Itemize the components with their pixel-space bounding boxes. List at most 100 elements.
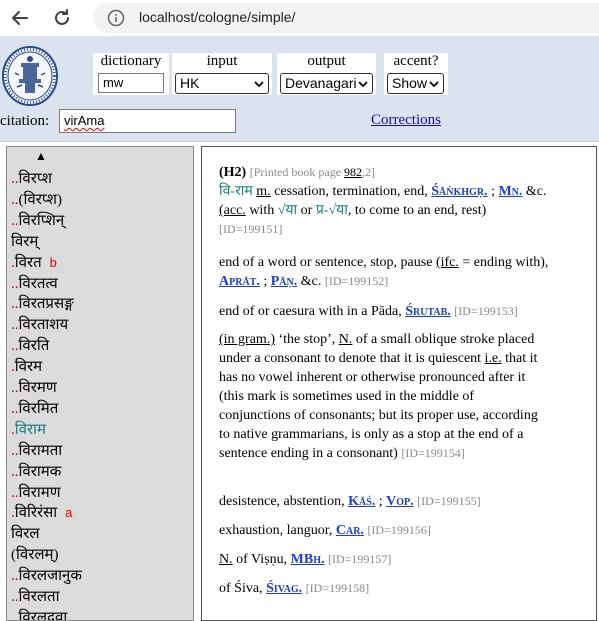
list-item[interactable]: ..विरति: [11, 335, 49, 355]
back-arrow-icon: [12, 11, 28, 25]
entry-id: [ID=199158]: [305, 581, 370, 595]
list-item[interactable]: ..(विरप्श): [11, 189, 62, 209]
printed-page-link[interactable]: 982: [344, 165, 362, 179]
entry-text: , to come to an end, rest): [347, 203, 487, 218]
entry-text: that it has no vowel inherent or otherwi…: [219, 351, 538, 461]
indent-dots: ..: [11, 400, 19, 417]
list-item-selected[interactable]: .विराम: [11, 419, 46, 439]
source-link[interactable]: Śāṅkhgṛ.: [431, 184, 487, 199]
list-item[interactable]: ..विरताशय: [11, 314, 68, 334]
source-link[interactable]: Pāṇ.: [271, 274, 298, 289]
indent-dots: ..: [11, 296, 19, 313]
output-select-value: Devanagari: [285, 75, 357, 91]
list-item[interactable]: विरम्: [11, 231, 38, 251]
entry-text: of Viṣṇu,: [236, 552, 288, 567]
separator: ;: [491, 184, 495, 199]
gram-abbr[interactable]: i.e.: [485, 351, 502, 366]
entry-id: [ID=199156]: [367, 523, 431, 537]
gram-abbr[interactable]: (acc.: [219, 203, 246, 218]
list-item[interactable]: ..विरलद्रवा: [11, 607, 67, 620]
entry-id: [ID=199155]: [417, 494, 481, 508]
gram-abbr[interactable]: N.: [219, 552, 233, 567]
headword-list[interactable]: ▲ ..विरप्श ..(विरप्श) ..विरप्शिन् विरम् .विर…: [6, 146, 194, 621]
entry-text: &c.: [525, 184, 547, 199]
list-item[interactable]: (विरलम्): [11, 544, 59, 564]
reload-icon: [55, 9, 69, 25]
list-item[interactable]: ..विरतत्व: [11, 273, 58, 293]
root-ref: प्र-√या: [315, 203, 348, 218]
source-link[interactable]: Car.: [336, 523, 364, 538]
back-button[interactable]: [6, 4, 34, 32]
gram-abbr[interactable]: (in gram.): [219, 332, 275, 347]
entry-text: or: [300, 203, 313, 218]
entry-sense: of Śiva, Śivag. [ID=199158]: [219, 579, 549, 598]
search-form: dictionary mw input HK output Devanagari…: [0, 36, 599, 142]
list-item-label: विरप्श: [18, 171, 52, 187]
list-item[interactable]: विरल: [11, 523, 40, 543]
list-item-label: (विरलम्): [11, 547, 59, 564]
entry-sense: N. of Viṣṇu, MBh. [ID=199157]: [219, 550, 549, 569]
entry-headword: वि-राम: [219, 184, 253, 199]
accent-select[interactable]: Show: [387, 73, 444, 94]
list-item[interactable]: ..विरतप्रसङ्ग: [11, 293, 74, 313]
reload-button[interactable]: [48, 4, 76, 32]
list-item-label: विरतप्रसङ्ग: [18, 296, 74, 313]
citation-value: virAma: [64, 113, 105, 128]
gram-abbr[interactable]: m.: [256, 184, 270, 199]
list-item[interactable]: .विरम: [11, 356, 42, 376]
list-item-label: विराम: [14, 421, 46, 438]
list-item-label: विरम्: [11, 233, 39, 250]
headword-code: (H2): [219, 165, 247, 180]
list-item[interactable]: ..विरामण: [11, 482, 61, 502]
scroll-up-icon[interactable]: ▲: [35, 149, 47, 164]
list-item[interactable]: .विरिरंसा a: [11, 502, 72, 522]
list-item-label: विरमण: [18, 380, 57, 396]
list-item-label: विरत: [14, 254, 42, 271]
list-item[interactable]: ..विरप्शिन्: [11, 210, 64, 230]
list-item-label: विरताशय: [18, 317, 69, 334]
list-item[interactable]: ..विरलता: [11, 586, 59, 606]
list-item-label: विरति: [18, 338, 50, 355]
list-item[interactable]: .विरत b: [11, 252, 57, 272]
corrections-link[interactable]: Corrections: [371, 112, 441, 129]
list-item[interactable]: ..विरमित: [11, 398, 58, 418]
source-link[interactable]: Mn.: [498, 184, 522, 199]
source-link[interactable]: Vop.: [386, 494, 414, 509]
indent-dots: ..: [11, 191, 19, 208]
dictionary-label: dictionary: [100, 53, 162, 69]
list-item[interactable]: ..विरमण: [11, 377, 57, 397]
entry-text: end of or caesura with in a Pāda,: [219, 304, 402, 319]
dictionary-input[interactable]: mw: [98, 73, 164, 93]
entry-id: [ID=199153]: [454, 304, 518, 318]
list-item-label: विरामक: [18, 463, 62, 480]
entry-id: [ID=199152]: [324, 274, 389, 288]
chevron-down-icon: [358, 81, 368, 88]
source-link[interactable]: Śrutab.: [405, 304, 451, 319]
entry-text: of Śiva,: [219, 581, 263, 596]
gram-abbr[interactable]: N.: [339, 332, 353, 347]
source-link[interactable]: Kāś.: [348, 494, 375, 509]
accent-label: accent?: [393, 53, 439, 69]
gram-abbr[interactable]: (ifc.: [436, 255, 459, 270]
entry-text: desistence, abstention,: [219, 494, 345, 509]
indent-dots: ..: [11, 212, 19, 229]
address-bar[interactable]: localhost/cologne/simple/: [93, 3, 599, 33]
input-select[interactable]: HK: [175, 73, 269, 94]
entry-text: ‘the stop’,: [278, 332, 336, 347]
accent-field: accent? Show: [384, 53, 448, 95]
list-item[interactable]: ..विरामक: [11, 461, 61, 481]
source-link[interactable]: Aprāt.: [219, 274, 260, 289]
homonym-mark: a: [65, 505, 73, 521]
list-item[interactable]: ..विरप्श: [11, 168, 52, 188]
indent-dots: ..: [11, 380, 19, 396]
output-select[interactable]: Devanagari: [280, 73, 373, 94]
list-item-label: विरप्शिन्: [18, 212, 65, 229]
list-item[interactable]: ..विरामता: [11, 440, 62, 460]
list-item[interactable]: ..विरलजानुक: [11, 565, 82, 585]
indent-dots: ..: [11, 317, 19, 334]
source-link[interactable]: Śivag.: [266, 581, 302, 596]
source-link[interactable]: MBh.: [291, 552, 325, 567]
printed-page-ref: [Printed book page 982,2]: [249, 165, 376, 179]
citation-input[interactable]: virAma: [59, 109, 236, 133]
indent-dots: ..: [11, 171, 19, 187]
